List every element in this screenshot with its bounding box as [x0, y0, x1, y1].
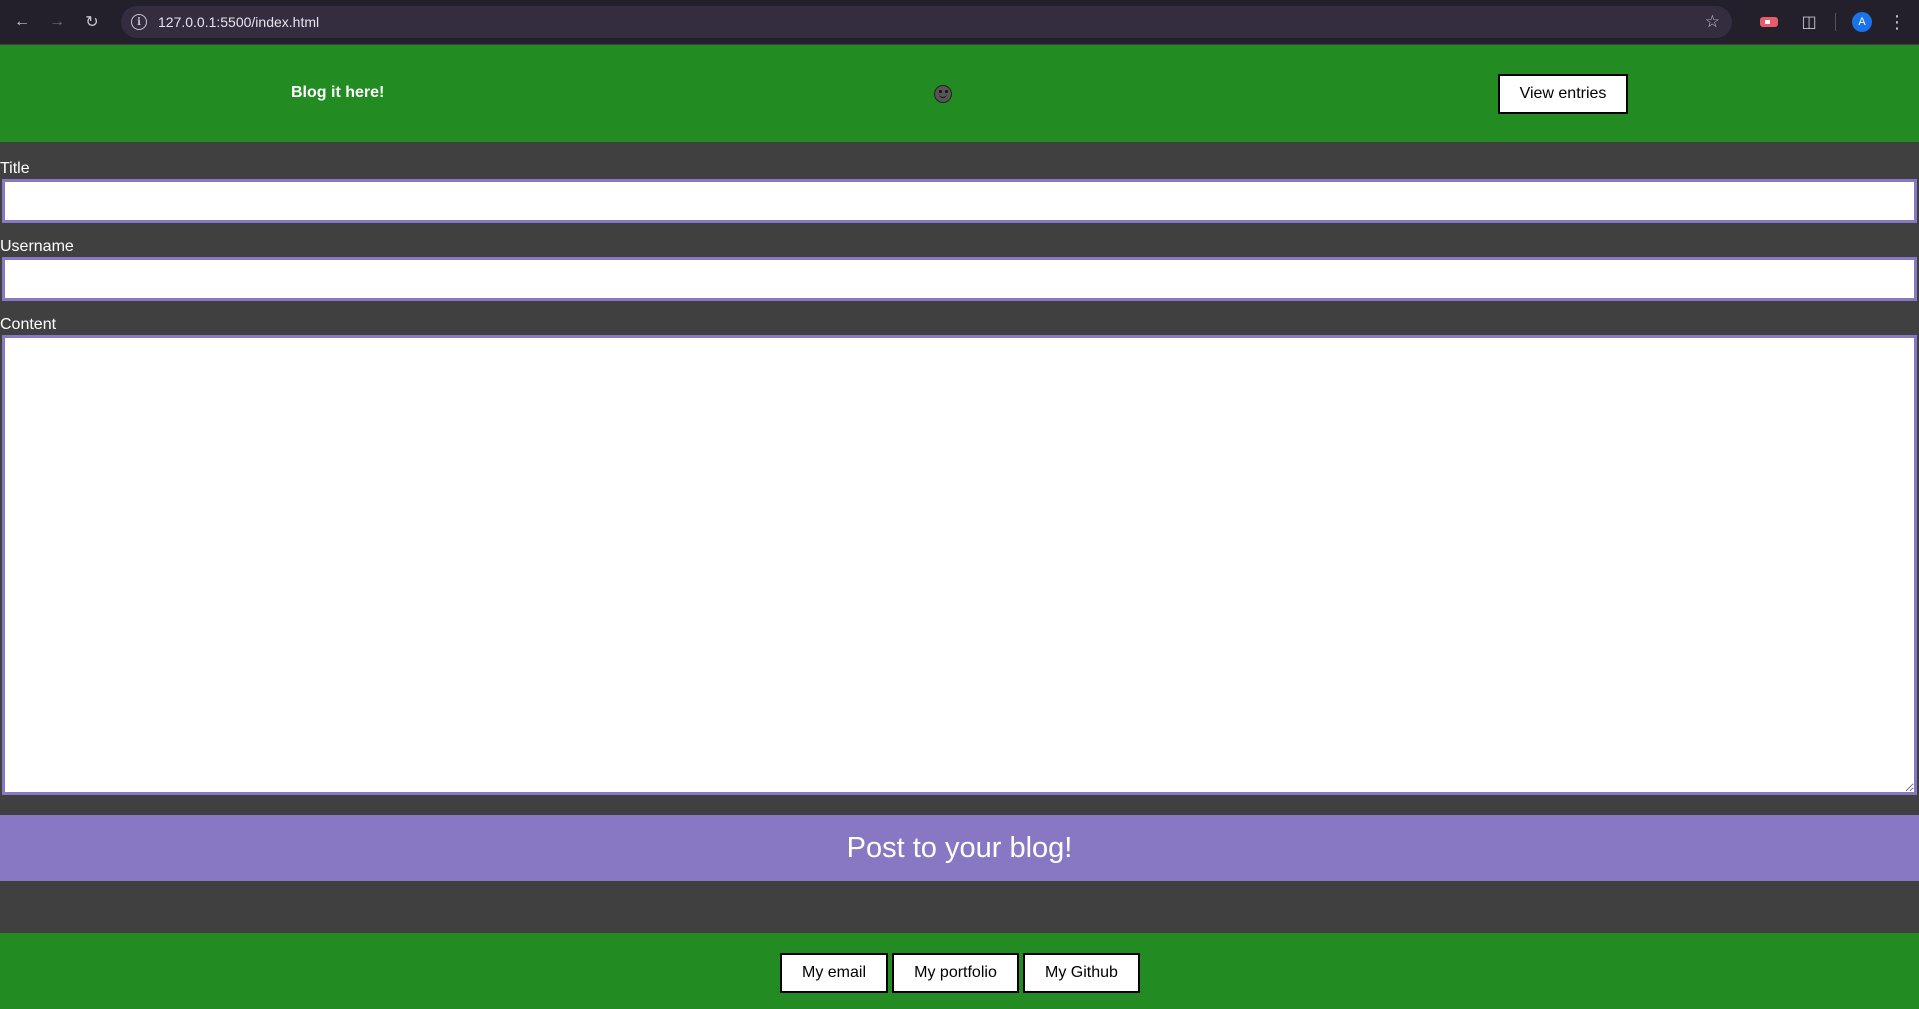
- site-title: Blog it here!: [291, 84, 385, 101]
- site-header: Blog it here! View entries: [0, 45, 1919, 142]
- site-footer: My email My portfolio My Github: [0, 933, 1919, 1009]
- view-entries-button[interactable]: View entries: [1498, 74, 1628, 114]
- content-textarea[interactable]: [2, 335, 1917, 795]
- forward-icon[interactable]: →: [44, 9, 70, 35]
- url-text[interactable]: 127.0.0.1:5500/index.html: [158, 14, 319, 30]
- bookmark-star-icon[interactable]: ☆: [1705, 12, 1720, 32]
- email-button[interactable]: My email: [780, 953, 888, 993]
- github-button[interactable]: My Github: [1023, 953, 1140, 993]
- post-button[interactable]: Post to your blog!: [0, 815, 1919, 881]
- menu-icon[interactable]: ⋮: [1886, 11, 1908, 33]
- extension-icon[interactable]: [1760, 17, 1778, 27]
- smiley-mouth: [938, 93, 947, 98]
- profile-avatar[interactable]: A: [1852, 12, 1872, 32]
- smiley-icon[interactable]: [934, 85, 952, 103]
- reload-icon[interactable]: ↻: [79, 9, 105, 35]
- toolbar-divider: [1835, 13, 1836, 31]
- site-info-icon[interactable]: i: [131, 14, 147, 30]
- username-input[interactable]: [2, 257, 1917, 301]
- content-label: Content: [0, 316, 57, 333]
- username-label: Username: [0, 238, 74, 255]
- portfolio-button[interactable]: My portfolio: [892, 953, 1019, 993]
- title-input[interactable]: [2, 179, 1917, 223]
- title-label: Title: [0, 160, 30, 177]
- avatar-letter: A: [1858, 16, 1866, 28]
- browser-toolbar: ← → ↻ i 127.0.0.1:5500/index.html ☆ ◫ A …: [0, 0, 1919, 44]
- puzzle-icon[interactable]: ◫: [1798, 11, 1820, 33]
- address-bar[interactable]: i 127.0.0.1:5500/index.html ☆: [121, 6, 1732, 38]
- back-icon[interactable]: ←: [9, 9, 35, 35]
